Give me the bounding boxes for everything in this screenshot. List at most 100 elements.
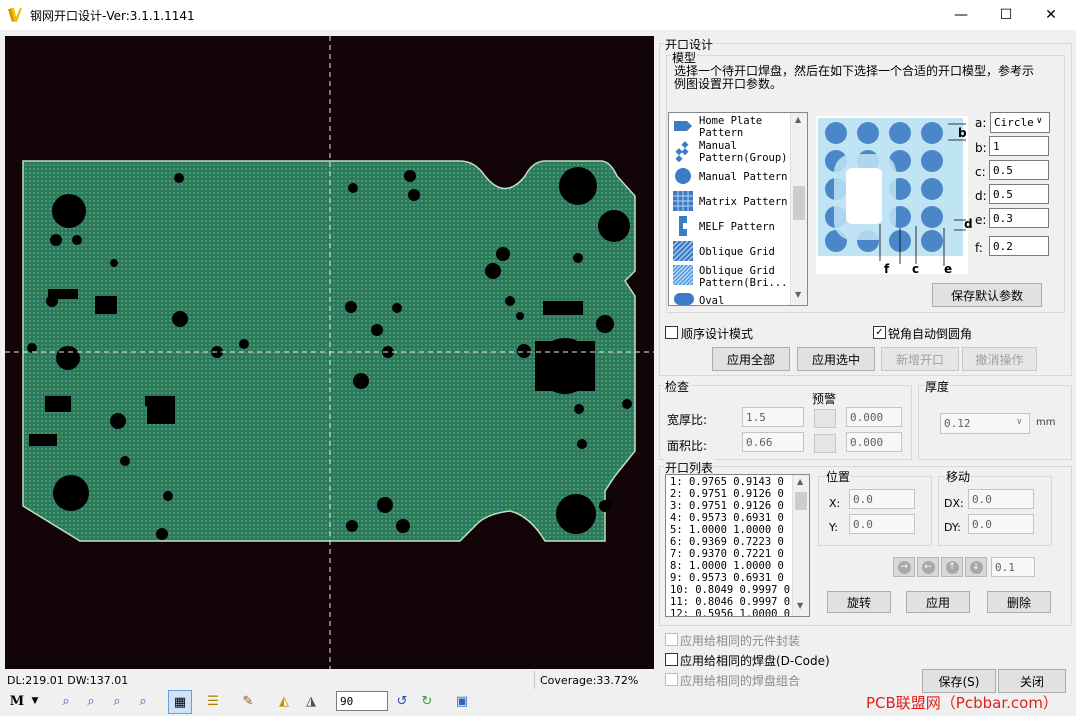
same-pad-checkbox[interactable] <box>665 653 678 666</box>
home-plate-icon <box>673 117 693 135</box>
arrow-right-icon: → <box>897 560 911 574</box>
pattern-item-oblique-grid[interactable]: Oblique Grid <box>699 246 775 258</box>
delete-button[interactable]: 删除 <box>987 591 1051 613</box>
brush-icon[interactable]: ✎ <box>237 690 259 712</box>
pattern-item-oblique-bridge[interactable]: Oblique Grid Pattern(Bri... <box>699 265 789 289</box>
undo-button[interactable]: 撤消操作 <box>962 347 1037 371</box>
area-warn-value: 0.000 <box>846 432 902 452</box>
sequential-mode-checkbox[interactable] <box>665 326 678 339</box>
pattern-list[interactable]: Home Plate Pattern Manual Pattern(Group)… <box>668 112 808 306</box>
pattern-item-melf[interactable]: MELF Pattern <box>699 221 775 233</box>
aperture-list-item[interactable]: 7: 0.9370 0.7221 0 <box>670 548 790 560</box>
aperture-scroll-down-icon[interactable]: ▼ <box>797 601 803 610</box>
aperture-scroll-up-icon[interactable]: ▲ <box>797 477 803 486</box>
flip-vertical-icon[interactable]: ◮ <box>300 690 322 712</box>
param-c-input[interactable]: 0.5 <box>989 160 1049 180</box>
pattern-list-scrollbar[interactable]: ▲ ▼ <box>790 113 807 305</box>
pattern-item-home-plate[interactable]: Home Plate Pattern <box>699 115 789 139</box>
pattern-item-manual[interactable]: Manual Pattern <box>699 171 788 183</box>
zoom-icon[interactable]: ⌕ <box>55 690 77 712</box>
pattern-item-oval[interactable]: Oval <box>699 295 724 305</box>
aperture-list-item[interactable]: 5: 1.0000 1.0000 0 <box>670 524 790 536</box>
move-dy-input[interactable]: 0.0 <box>968 514 1034 534</box>
app-logo-icon <box>8 8 22 22</box>
param-e-input[interactable]: 0.3 <box>989 208 1049 228</box>
param-b-input[interactable]: 1 <box>989 136 1049 156</box>
aspect-warn-value: 0.000 <box>846 407 902 427</box>
layer-icon[interactable]: ☰ <box>202 690 224 712</box>
param-f-input[interactable]: 0.2 <box>989 236 1049 256</box>
position-y-label: Y: <box>829 521 838 534</box>
aperture-list-item[interactable]: 4: 0.9573 0.6931 0 <box>670 512 790 524</box>
maximize-button[interactable]: ☐ <box>983 0 1029 30</box>
save-default-button[interactable]: 保存默认参数 <box>932 283 1042 307</box>
aperture-list[interactable]: 1: 0.9765 0.9143 0 2: 0.9751 0.9126 0 3: 0… <box>665 474 810 617</box>
select-tool-icon[interactable]: ▦ <box>168 690 192 714</box>
measure-tool-icon[interactable]: M <box>6 690 28 712</box>
move-down-button[interactable]: ↓ <box>965 557 987 577</box>
zoom-in-icon[interactable]: ⌕ <box>80 690 102 712</box>
aperture-scroll-thumb[interactable] <box>795 492 807 510</box>
watermark: PCB联盟网（Pcbbar.com） <box>866 694 1058 712</box>
aperture-list-item[interactable]: 11: 0.8046 0.9997 0 <box>670 596 790 608</box>
param-d-label: d: <box>975 189 987 203</box>
move-step-input[interactable]: 0.1 <box>991 557 1035 577</box>
measure-dropdown-icon[interactable]: ▼ <box>28 690 42 712</box>
aperture-list-item[interactable]: 8: 1.0000 1.0000 0 <box>670 560 790 572</box>
same-footprint-checkbox[interactable] <box>665 633 678 646</box>
aspect-ratio-label: 宽厚比: <box>667 413 708 427</box>
param-a-chevron-down-icon[interactable]: ∨ <box>1036 116 1043 126</box>
aperture-list-item[interactable]: 9: 0.9573 0.6931 0 <box>670 572 790 584</box>
aperture-list-item[interactable]: 10: 0.8049 0.9997 0 <box>670 584 790 596</box>
close-button[interactable]: ✕ <box>1028 0 1074 30</box>
rotate-button[interactable]: 旋转 <box>827 591 891 613</box>
apply-button[interactable]: 应用 <box>906 591 970 613</box>
aperture-list-scrollbar[interactable]: ▲ ▼ <box>792 475 809 616</box>
scroll-up-icon[interactable]: ▲ <box>795 115 801 124</box>
rotation-angle-input[interactable]: 90 <box>336 691 388 711</box>
pcb-canvas[interactable] <box>5 36 654 669</box>
scroll-thumb[interactable] <box>793 186 805 220</box>
aspect-warn-color-button[interactable] <box>814 409 836 428</box>
move-right-button[interactable]: → <box>893 557 915 577</box>
aperture-list-item[interactable]: 1: 0.9765 0.9143 0 <box>670 476 790 488</box>
move-dy-label: DY: <box>944 521 961 534</box>
apply-all-button[interactable]: 应用全部 <box>712 347 790 371</box>
auto-round-checkbox[interactable]: ✓ <box>873 326 886 339</box>
same-pad-group-label: 应用给相同的焊盘组合 <box>680 674 801 688</box>
aperture-list-item[interactable]: 2: 0.9751 0.9126 0 <box>670 488 790 500</box>
param-d-input[interactable]: 0.5 <box>989 184 1049 204</box>
window-icon[interactable]: ▣ <box>451 690 473 712</box>
aperture-list-item[interactable]: 6: 0.9369 0.7223 0 <box>670 536 790 548</box>
move-up-button[interactable]: ↑ <box>941 557 963 577</box>
apply-selected-button[interactable]: 应用选中 <box>797 347 875 371</box>
area-warn-color-button[interactable] <box>814 434 836 453</box>
aspect-ratio-value: 1.5 <box>742 407 804 427</box>
zoom-fit-icon[interactable]: ⌕ <box>132 690 154 712</box>
oblique-grid-icon <box>672 240 694 262</box>
pcb-board-view <box>5 36 654 669</box>
dim-label-e: e <box>944 262 953 276</box>
close-dialog-button[interactable]: 关闭 <box>998 669 1066 693</box>
move-group-title: 移动 <box>945 468 972 485</box>
save-button[interactable]: 保存(S) <box>922 669 996 693</box>
thickness-chevron-down-icon[interactable]: ∨ <box>1016 417 1023 427</box>
position-x-input[interactable]: 0.0 <box>849 489 915 509</box>
position-y-input[interactable]: 0.0 <box>849 514 915 534</box>
pattern-item-manual-group[interactable]: Manual Pattern(Group) <box>699 140 789 164</box>
scroll-down-icon[interactable]: ▼ <box>795 290 801 299</box>
flip-horizontal-icon[interactable]: ◭ <box>273 690 295 712</box>
pattern-item-matrix[interactable]: Matrix Pattern <box>699 196 788 208</box>
minimize-button[interactable]: — <box>938 0 984 30</box>
matrix-icon <box>673 191 693 211</box>
move-dx-input[interactable]: 0.0 <box>968 489 1034 509</box>
new-aperture-button[interactable]: 新增开口 <box>881 347 959 371</box>
rotate-cw-icon[interactable]: ↻ <box>416 690 438 712</box>
rotate-ccw-icon[interactable]: ↺ <box>391 690 413 712</box>
zoom-out-icon[interactable]: ⌕ <box>106 690 128 712</box>
aperture-list-item[interactable]: 12: 0.5956 1.0000 0 <box>670 608 790 616</box>
move-left-button[interactable]: ← <box>917 557 939 577</box>
aperture-list-item[interactable]: 3: 0.9751 0.9126 0 <box>670 500 790 512</box>
same-pad-group-checkbox[interactable] <box>665 673 678 686</box>
thickness-group-title: 厚度 <box>924 378 951 395</box>
